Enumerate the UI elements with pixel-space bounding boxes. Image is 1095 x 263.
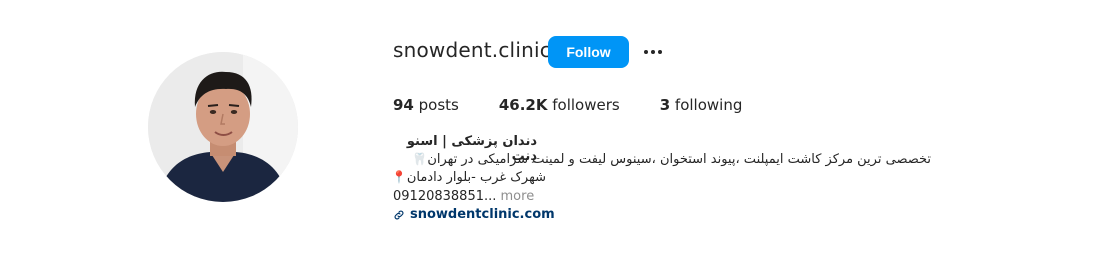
following-label: following [670,96,743,114]
bio-line-phone: 09120838851... more [393,189,534,204]
followers-number: 46.2K [498,96,548,114]
bio-line-address: شهرک غرب -بلوار دادمان📍 [391,170,546,185]
profile-username: snowdent.clinic [393,38,551,62]
bio-description-text: تخصصی ترین مرکز کاشت ایمپلنت ،پیوند استخ… [427,152,931,167]
link-icon [394,210,404,219]
posts-count: 94 posts [393,96,459,114]
posts-number: 94 [393,96,414,114]
bio-website-link[interactable]: snowdentclinic.com [393,207,555,222]
tooth-icon: 🦷 [412,152,428,166]
profile-avatar[interactable] [148,52,298,202]
profile-stats: 94 posts 46.2K followers 3 following [393,96,742,114]
bio-line-description: تخصصی ترین مرکز کاشت ایمپلنت ،پیوند استخ… [393,152,931,167]
more-options-icon[interactable] [641,40,665,64]
avatar-photo [148,52,298,202]
following-link[interactable]: 3 following [660,96,743,114]
following-number: 3 [659,96,671,114]
followers-label: followers [547,96,620,114]
follow-button[interactable]: Follow [548,36,629,68]
posts-label: posts [413,96,459,114]
bio-address-text: شهرک غرب -بلوار دادمان [406,170,546,185]
bio-phone-text: 09120838851... [393,189,497,204]
website-url: snowdentclinic.com [410,207,555,222]
pin-icon: 📍 [391,170,407,184]
followers-link[interactable]: 46.2K followers [499,96,620,114]
bio-more-button[interactable]: more [496,189,535,204]
